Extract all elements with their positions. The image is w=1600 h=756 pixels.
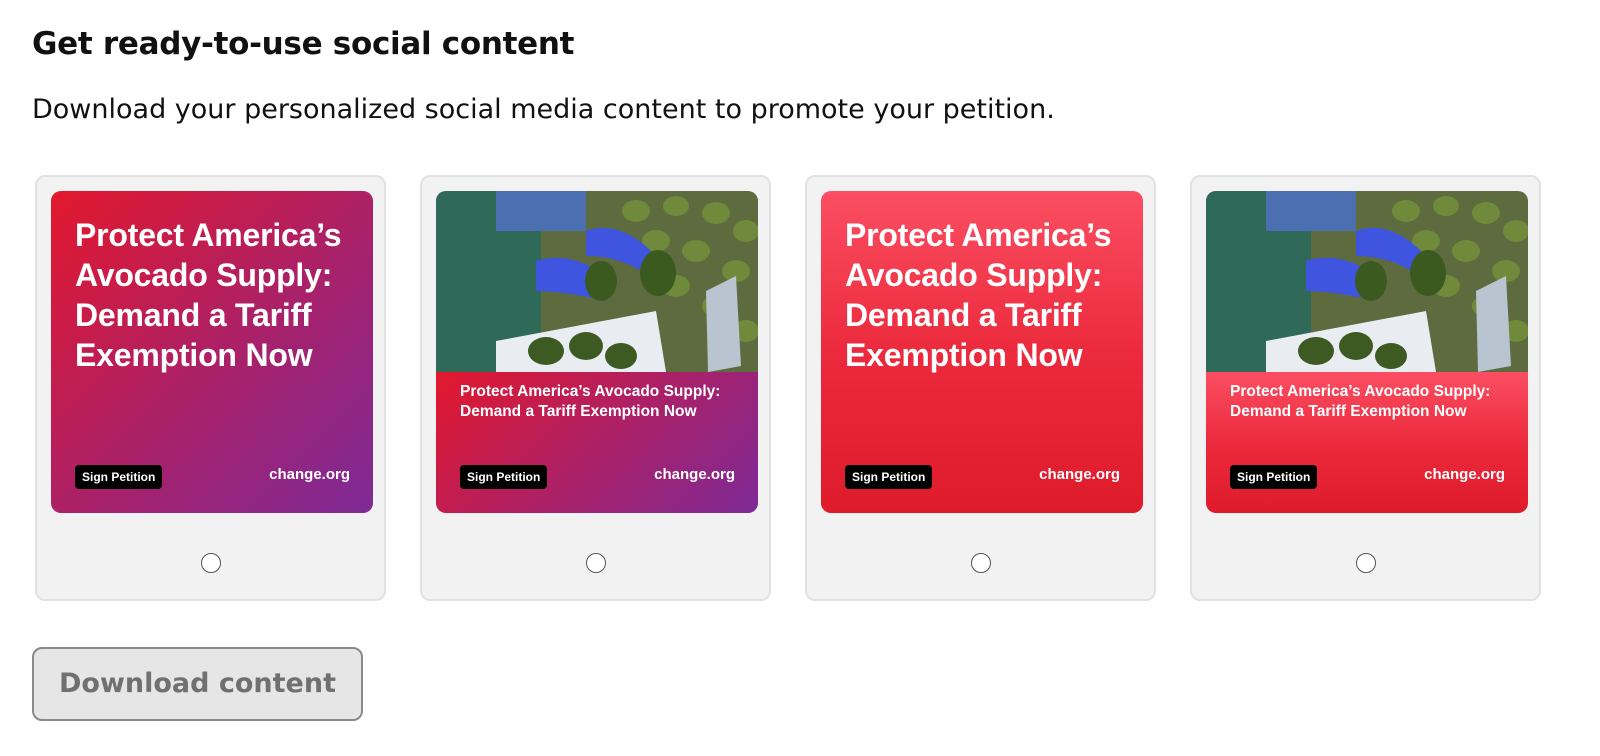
change-org-logo: change.org [269, 466, 350, 483]
sign-petition-badge: Sign Petition [845, 465, 933, 489]
sign-petition-badge: Sign Petition [1230, 465, 1318, 489]
social-image-preview: Protect America’s Avocado Supply: Demand… [436, 191, 758, 513]
social-image-preview: Protect America’s Avocado Supply: Demand… [1206, 191, 1528, 513]
sign-petition-badge: Sign Petition [460, 465, 548, 489]
section-title: Get ready-to-use social content [32, 26, 575, 62]
title-band: Protect America’s Avocado Supply: Demand… [436, 372, 758, 513]
petition-title: Protect America’s Avocado Supply: Demand… [460, 383, 721, 420]
content-option-card[interactable]: Protect America’s Avocado Supply: Demand… [1190, 175, 1541, 601]
content-option-card[interactable]: Protect America’s Avocado Supply: Demand… [805, 175, 1156, 601]
social-image-preview: Protect America’s Avocado Supply: Demand… [51, 191, 373, 513]
option-radio[interactable] [971, 553, 991, 573]
petition-title: Protect America’s Avocado Supply: Demand… [845, 217, 1112, 373]
option-radio[interactable] [201, 553, 221, 573]
option-radio[interactable] [1356, 553, 1376, 573]
content-options: Protect America’s Avocado Supply: Demand… [35, 175, 1541, 601]
content-option-card[interactable]: Protect America’s Avocado Supply: Demand… [35, 175, 386, 601]
content-option-card[interactable]: Protect America’s Avocado Supply: Demand… [420, 175, 771, 601]
option-radio[interactable] [586, 553, 606, 573]
social-image-preview: Protect America’s Avocado Supply: Demand… [821, 191, 1143, 513]
change-org-logo: change.org [654, 466, 735, 483]
title-band: Protect America’s Avocado Supply: Demand… [1206, 372, 1528, 513]
change-org-logo: change.org [1039, 466, 1120, 483]
avocado-photo [1206, 191, 1528, 372]
section-description: Download your personalized social media … [32, 94, 1055, 125]
change-org-logo: change.org [1424, 466, 1505, 483]
sign-petition-badge: Sign Petition [75, 465, 163, 489]
petition-title: Protect America’s Avocado Supply: Demand… [1230, 383, 1491, 420]
social-content-section: Get ready-to-use social content Download… [0, 0, 1600, 756]
petition-title: Protect America’s Avocado Supply: Demand… [75, 217, 342, 373]
avocado-photo [436, 191, 758, 372]
download-content-button[interactable]: Download content [32, 647, 363, 721]
